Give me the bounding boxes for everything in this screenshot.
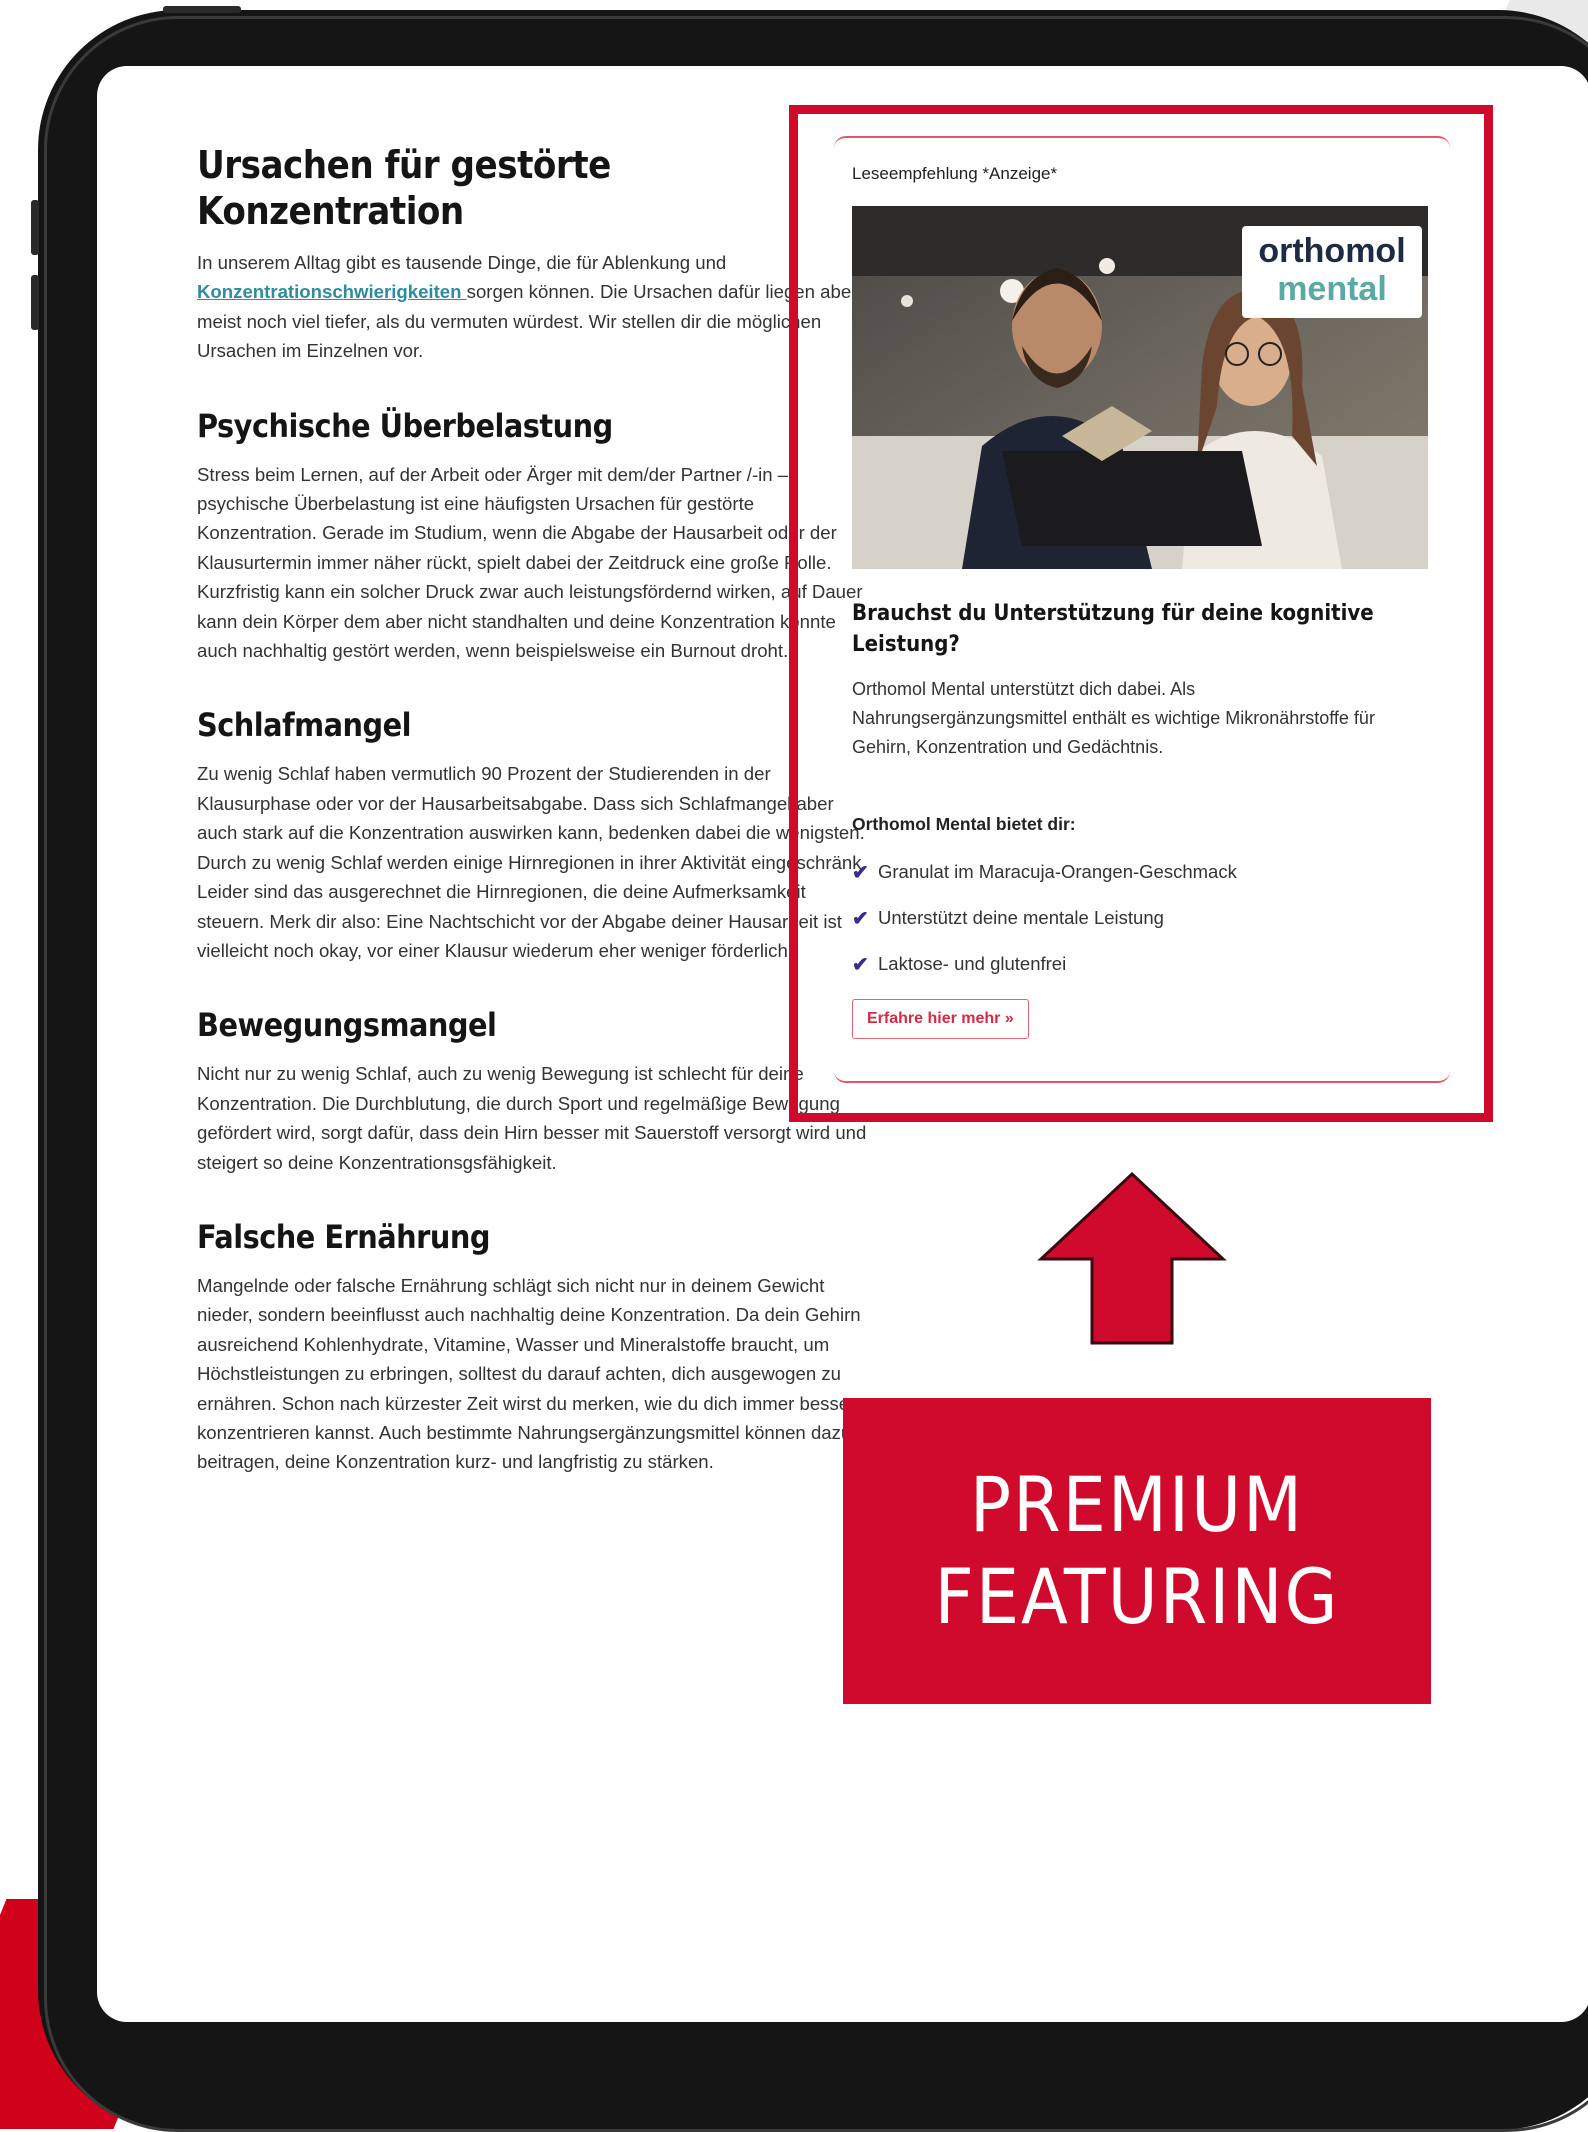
premium-featuring-banner: PREMIUM FEATURING [843,1398,1431,1704]
ad-label: Leseempfehlung *Anzeige* [852,164,1058,183]
ad-image[interactable]: orthomol mental [852,206,1428,569]
article-intro: In unserem Alltag gibt es tausende Dinge… [197,248,877,366]
checkmark-icon: ✔ [852,953,869,976]
learn-more-button[interactable]: Erfahre hier mehr » [852,999,1029,1039]
office-photo-illustration: orthomol mental [852,206,1428,569]
section-heading: Bewegungsmangel [197,1006,497,1045]
article-title: Ursachen für gestörte Konzentration [197,143,611,233]
checkmark-icon: ✔ [852,907,869,930]
up-arrow-icon [1037,1171,1227,1345]
ad-card: Leseempfehlung *Anzeige* orthomol mental… [834,136,1450,1083]
ad-feature-list: ✔ Granulat im Maracuja-Orangen-Geschmack … [852,849,1237,987]
tablet-top-button [163,6,241,13]
section-text: Stress beim Lernen, auf der Arbeit oder … [197,463,863,662]
section-heading: Falsche Ernährung [197,1217,490,1256]
feature-label: Unterstützt deine mentale Leistung [878,907,1164,928]
feature-label: Granulat im Maracuja-Orangen-Geschmack [878,861,1237,882]
feature-label: Laktose- und glutenfrei [878,953,1067,974]
section-text: Zu wenig Schlaf haben vermutlich 90 Proz… [197,763,867,961]
list-item: ✔ Granulat im Maracuja-Orangen-Geschmack [852,849,1237,895]
checkmark-icon: ✔ [852,861,869,884]
ad-title: Brauchst du Unterstützung für deine kogn… [852,601,1374,657]
article-column: Ursachen für gestörte Konzentration In u… [197,142,877,1477]
tablet-volume-up-button [31,200,39,255]
premium-ad-highlight-frame: Leseempfehlung *Anzeige* orthomol mental… [789,105,1493,1122]
section-text: Nicht nur zu wenig Schlaf, auch zu wenig… [197,1063,867,1173]
list-item: ✔ Laktose- und glutenfrei [852,941,1237,987]
tablet-screen: Ursachen für gestörte Konzentration In u… [97,66,1588,2022]
featuring-text: FEATURING [934,1552,1340,1641]
konzentrationschwierigkeiten-link[interactable]: Konzentrationschwierigkeiten [197,281,467,302]
ad-description: Orthomol Mental unterstützt dich dabei. … [852,679,1375,757]
list-item: ✔ Unterstützt deine mentale Leistung [852,895,1237,941]
ad-features-heading: Orthomol Mental bietet dir: [852,814,1076,834]
premium-text: PREMIUM [969,1460,1305,1549]
tablet-volume-down-button [31,275,39,330]
section-text: Mangelnde oder falsche Ernährung schlägt… [197,1274,861,1473]
orthomol-logo-text: orthomol [1258,232,1405,270]
section-heading: Schlafmangel [197,706,412,745]
section-heading: Psychische Überbelastung [197,406,613,445]
intro-text-start: In unserem Alltag gibt es tausende Dinge… [197,252,727,273]
mental-logo-text: mental [1277,270,1387,308]
